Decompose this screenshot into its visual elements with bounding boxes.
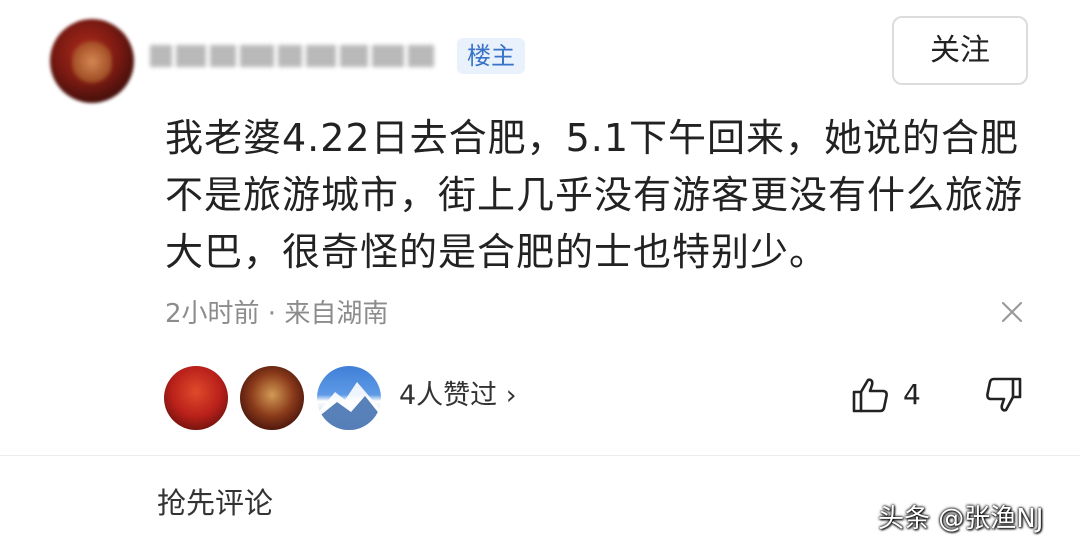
op-badge: 楼主 — [457, 38, 525, 74]
comment-text: 我老婆4.22日去合肥，5.1下午回来，她说的合肥不是旅游城市，街上几乎没有游客… — [165, 116, 1024, 274]
thumb-down-icon[interactable] — [984, 375, 1024, 415]
comment-input[interactable]: 抢先评论 — [157, 485, 273, 521]
thumb-up-icon[interactable] — [850, 375, 890, 415]
avatar[interactable] — [50, 19, 134, 103]
liker-avatar[interactable] — [317, 366, 381, 430]
comment-meta: 2小时前 · 来自湖南 — [165, 299, 389, 329]
watermark: 头条 @张渔NJ — [878, 504, 1044, 534]
divider — [0, 455, 1080, 456]
likers-link[interactable]: 4人赞过 › — [399, 378, 517, 414]
username-blurred[interactable] — [150, 38, 448, 74]
liker-avatar[interactable] — [240, 366, 304, 430]
close-icon[interactable] — [998, 298, 1026, 326]
mountain-icon — [317, 382, 381, 430]
liker-avatar[interactable] — [164, 366, 228, 430]
like-count: 4 — [903, 378, 921, 411]
follow-button[interactable]: 关注 — [892, 16, 1028, 85]
